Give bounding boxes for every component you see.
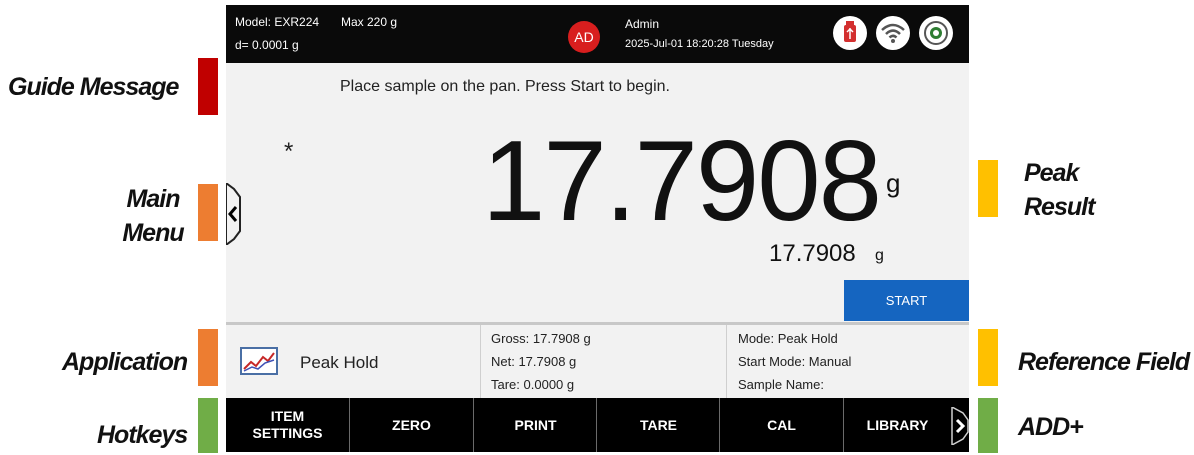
application-field[interactable]: Peak Hold xyxy=(226,325,480,398)
readability-label: d= 0.0001 g xyxy=(235,38,299,52)
peak-result-callout: Peak Result xyxy=(1024,156,1095,224)
start-button[interactable]: START xyxy=(844,280,969,321)
hotkey-bar: ITEM SETTINGS ZERO PRINT TARE CAL LIBRAR… xyxy=(226,398,969,452)
gross-weight: Gross: 17.7908 g xyxy=(491,331,591,346)
reference-start-mode: Start Mode: Manual xyxy=(738,354,852,369)
library-hotkey[interactable]: LIBRARY xyxy=(844,398,951,452)
zero-hotkey[interactable]: ZERO xyxy=(350,398,473,452)
reference-field-marker xyxy=(978,329,998,386)
balance-screen: Model: EXR224 Max 220 g d= 0.0001 g AD A… xyxy=(226,5,969,452)
user-name: Admin xyxy=(625,17,660,31)
peak-result-value: 17.7908 xyxy=(769,240,856,267)
main-menu-tab[interactable] xyxy=(226,181,244,247)
level-icon[interactable] xyxy=(919,16,953,50)
print-hotkey[interactable]: PRINT xyxy=(474,398,597,452)
max-capacity-label: Max 220 g xyxy=(341,15,398,29)
add-hotkey-tab[interactable] xyxy=(951,405,969,447)
application-name: Peak Hold xyxy=(300,353,379,372)
application-marker xyxy=(198,329,218,386)
application-callout: Application xyxy=(62,348,188,376)
hotkeys-marker xyxy=(198,398,218,453)
main-weight-unit: g xyxy=(886,168,901,198)
cal-hotkey[interactable]: CAL xyxy=(720,398,843,452)
reference-mode: Mode: Peak Hold xyxy=(738,331,838,346)
reference-sample-name: Sample Name: xyxy=(738,377,824,392)
peak-result-marker xyxy=(978,160,998,217)
wifi-icon[interactable] xyxy=(876,16,910,50)
add-marker xyxy=(978,398,998,453)
main-menu-marker xyxy=(198,184,218,241)
datetime-label: 2025-Jul-01 18:20:28 Tuesday xyxy=(625,38,774,50)
reference-field-callout: Reference Field xyxy=(1018,348,1190,376)
item-settings-hotkey[interactable]: ITEM SETTINGS xyxy=(226,398,349,452)
user-avatar[interactable]: AD xyxy=(568,21,600,53)
hotkeys-callout: Hotkeys xyxy=(97,421,188,449)
guide-message: Place sample on the pan. Press Start to … xyxy=(340,78,670,95)
add-callout: ADD+ xyxy=(1018,413,1084,441)
peak-result-unit: g xyxy=(875,247,884,264)
usb-icon[interactable] xyxy=(833,16,867,50)
peak-result-callout-line1: Peak xyxy=(1024,159,1079,187)
field-separator xyxy=(726,325,727,398)
chart-line-icon xyxy=(240,347,278,375)
main-menu-callout: Main Menu xyxy=(118,182,188,250)
field-separator xyxy=(480,325,481,398)
main-menu-callout-line1: Main xyxy=(126,185,181,213)
guide-message-callout: Guide Message xyxy=(8,73,179,101)
main-menu-callout-line2: Menu xyxy=(122,219,184,247)
model-label: Model: EXR224 xyxy=(235,15,320,29)
guide-message-marker xyxy=(198,58,218,115)
main-weight-value: 17.7908 xyxy=(482,118,882,245)
stability-indicator: * xyxy=(284,138,294,165)
net-weight: Net: 17.7908 g xyxy=(491,354,577,369)
tare-weight: Tare: 0.0000 g xyxy=(491,377,575,392)
status-bar: Model: EXR224 Max 220 g d= 0.0001 g AD A… xyxy=(226,5,969,63)
tare-hotkey[interactable]: TARE xyxy=(597,398,720,452)
peak-result-callout-line2: Result xyxy=(1024,193,1095,221)
